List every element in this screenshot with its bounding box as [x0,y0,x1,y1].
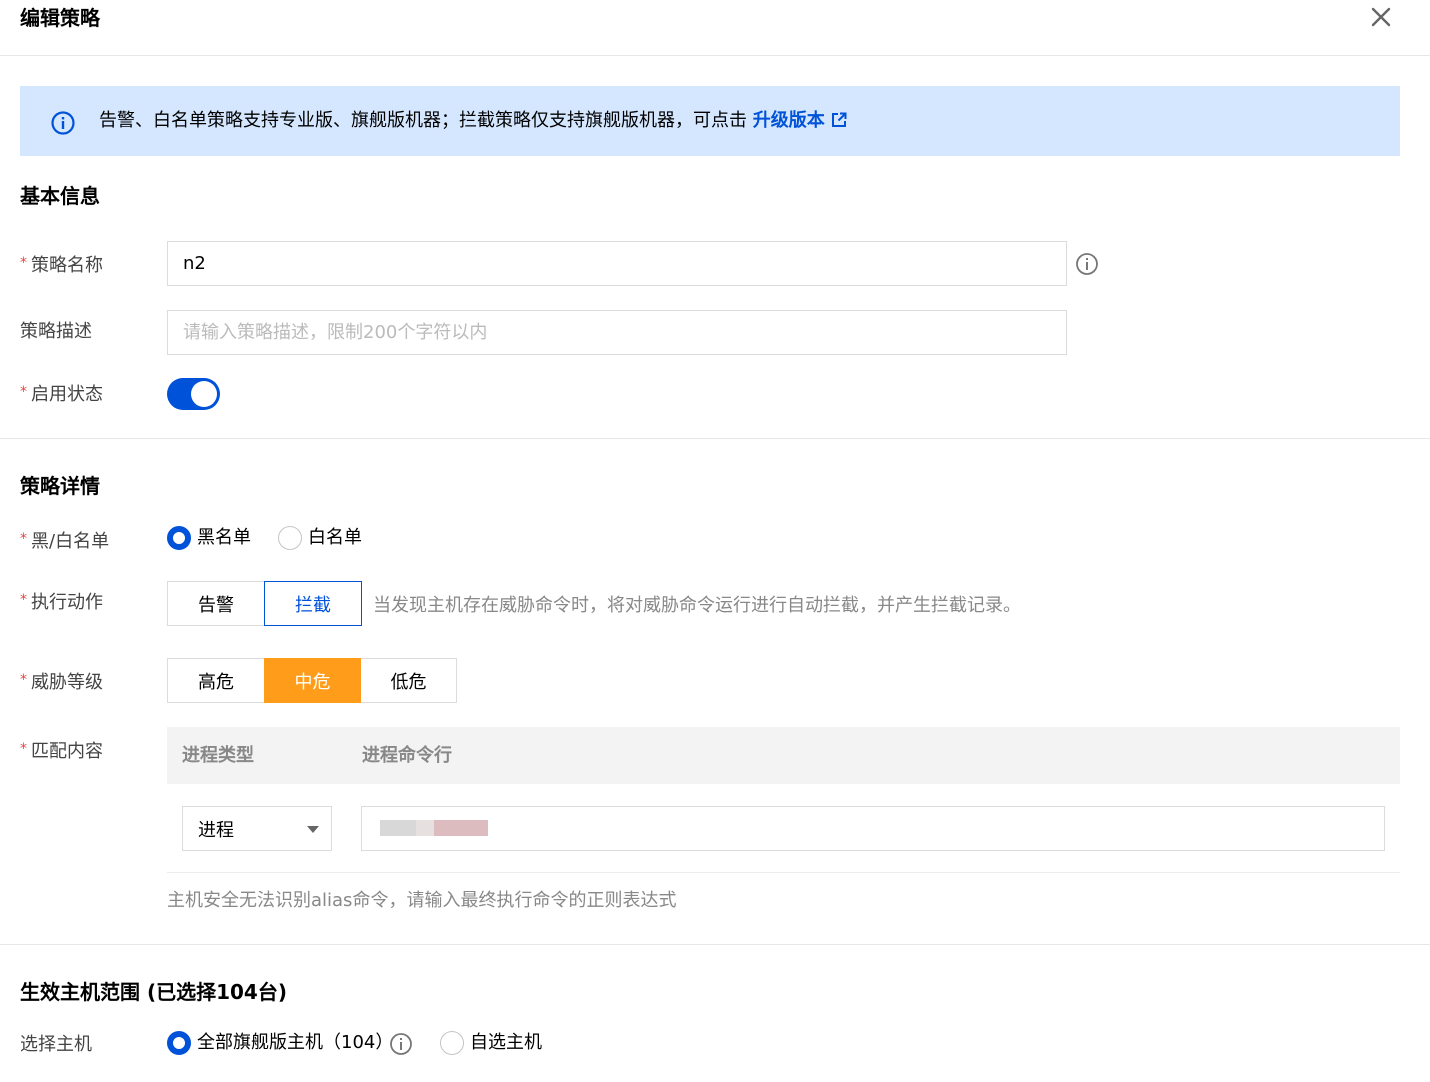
level-medium-button[interactable]: 中危 [264,658,361,703]
radio-all-hosts-label: 全部旗舰版主机（104） [197,1032,394,1053]
policy-desc-label: 策略描述 [20,321,92,342]
required-mark: * [20,672,27,688]
upgrade-link[interactable]: 升级版本 [753,110,847,131]
process-type-value: 进程 [198,819,234,841]
status-toggle[interactable] [167,378,220,410]
redacted-block [380,820,416,836]
radio-custom-hosts-label: 自选主机 [470,1032,542,1053]
radio-custom-hosts[interactable]: 自选主机 [440,1030,542,1056]
match-table-header [167,727,1400,784]
threat-level-label: * 威胁等级 [20,667,103,696]
close-icon [1371,7,1391,27]
match-content-label-text: 匹配内容 [31,741,103,762]
section-policy-details: 策略详情 [20,474,100,498]
info-circle-icon[interactable] [389,1032,413,1056]
header-process-cmdline: 进程命令行 [362,745,452,766]
info-circle-icon[interactable] [1075,252,1099,276]
radio-dot [167,526,191,550]
action-alert-button[interactable]: 告警 [167,581,265,626]
radio-blacklist[interactable]: 黑名单 [167,525,251,551]
radio-dot [278,526,302,550]
dialog-title: 编辑策略 [20,6,100,30]
required-mark: * [20,531,27,547]
table-row-divider [167,872,1400,873]
info-circle-icon [51,111,75,135]
policy-name-input[interactable] [167,241,1067,286]
radio-dot [440,1031,464,1055]
action-block-button[interactable]: 拦截 [264,581,362,626]
policy-name-label: * 策略名称 [20,250,103,279]
radio-all-hosts[interactable]: 全部旗舰版主机（104） [167,1030,393,1056]
select-host-label: 选择主机 [20,1034,92,1055]
external-link-icon [831,112,847,127]
notice-text: 告警、白名单策略支持专业版、旗舰版机器；拦截策略仅支持旗舰版机器，可点击 升级版… [99,108,847,134]
level-low-button[interactable]: 低危 [360,658,457,703]
required-mark: * [20,255,27,271]
policy-name-label-text: 策略名称 [31,255,103,276]
caret-down-icon [307,826,319,833]
radio-whitelist[interactable]: 白名单 [278,525,362,551]
header-divider [0,55,1430,56]
action-label-text: 执行动作 [31,592,103,613]
status-label-text: 启用状态 [31,384,103,405]
section-divider [0,944,1430,945]
threat-level-label-text: 威胁等级 [31,672,103,693]
action-hint: 当发现主机存在威胁命令时，将对威胁命令运行进行自动拦截，并产生拦截记录。 [373,595,1021,616]
list-type-label-text: 黑/白名单 [31,531,110,552]
action-label: * 执行动作 [20,587,103,616]
list-type-label: * 黑/白名单 [20,526,109,555]
close-button[interactable] [1366,2,1396,32]
section-host-scope: 生效主机范围 (已选择104台) [20,980,287,1004]
section-divider [0,438,1430,439]
process-type-select[interactable]: 进程 [182,806,332,851]
notice-message: 告警、白名单策略支持专业版、旗舰版机器；拦截策略仅支持旗舰版机器，可点击 [99,110,747,131]
radio-blacklist-label: 黑名单 [197,527,251,548]
required-mark: * [20,592,27,608]
radio-dot [167,1031,191,1055]
redacted-block [416,820,434,836]
process-cmdline-input[interactable] [361,806,1385,851]
match-content-label: * 匹配内容 [20,736,103,765]
threat-level-segmented: 高危 中危 低危 [167,658,457,703]
upgrade-link-label: 升级版本 [752,110,825,131]
level-high-button[interactable]: 高危 [167,658,265,703]
required-mark: * [20,384,27,400]
policy-desc-input[interactable] [167,310,1067,355]
redacted-block [434,820,488,836]
action-segmented: 告警 拦截 [167,581,362,626]
header-process-type: 进程类型 [182,745,254,766]
required-mark: * [20,741,27,757]
match-hint: 主机安全无法识别alias命令，请输入最终执行命令的正则表达式 [167,890,677,911]
status-label: * 启用状态 [20,379,103,408]
section-basic-info: 基本信息 [20,184,100,208]
toggle-knob [191,381,217,407]
radio-whitelist-label: 白名单 [308,527,362,548]
